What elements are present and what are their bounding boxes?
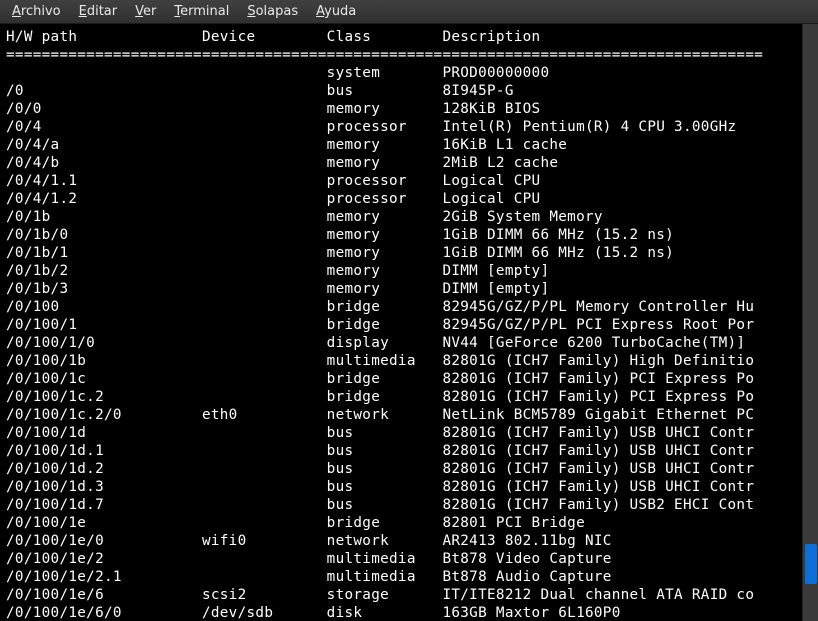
menu-edit[interactable]: Editar [79, 4, 118, 19]
scrollbar-thumb[interactable] [805, 544, 817, 584]
scrollbar-vertical[interactable] [802, 24, 818, 621]
menu-terminal[interactable]: Terminal [174, 4, 229, 19]
menu-file[interactable]: Archivo [12, 4, 61, 19]
menu-tabs[interactable]: Solapas [247, 4, 298, 19]
menu-bar: Archivo Editar Ver Terminal Solapas Ayud… [0, 0, 818, 24]
terminal-output[interactable]: H/W path Device Class Description ======… [0, 24, 802, 621]
menu-help[interactable]: Ayuda [316, 4, 356, 19]
terminal-viewport: H/W path Device Class Description ======… [0, 24, 818, 621]
menu-view[interactable]: Ver [135, 4, 156, 19]
